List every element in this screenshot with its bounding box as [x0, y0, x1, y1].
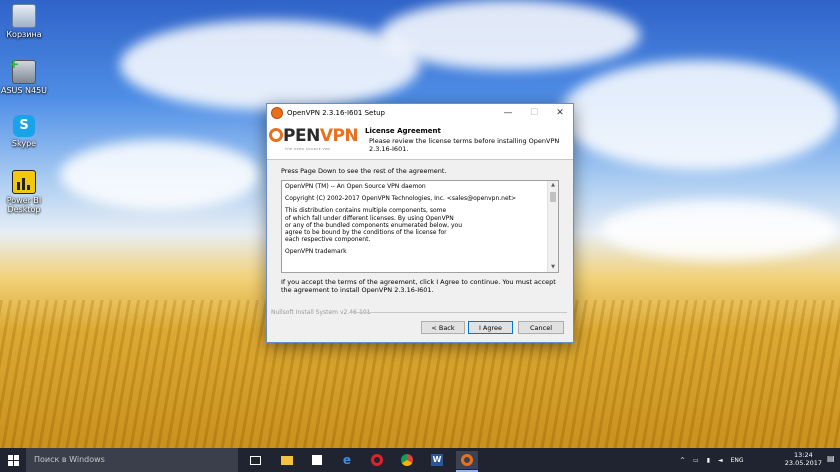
battery-icon[interactable]: ▮ — [707, 457, 710, 464]
accept-instructions: If you accept the terms of the agreement… — [281, 278, 556, 294]
scroll-down-icon[interactable]: ▼ — [548, 263, 558, 272]
license-textbox[interactable]: OpenVPN (TM) -- An Open Source VPN daemo… — [281, 180, 559, 273]
opera-icon[interactable] — [366, 451, 388, 469]
back-button[interactable]: < Back — [421, 321, 465, 334]
skype-icon: S — [13, 115, 35, 137]
taskbar: Поиск в Windows e W ^ ▭ ▮ ◄ ENG 13:24 23… — [0, 448, 840, 472]
close-button[interactable]: ✕ — [547, 104, 573, 122]
search-box[interactable]: Поиск в Windows — [26, 448, 238, 472]
desktop-icon-recycle-bin[interactable]: Корзина — [0, 4, 54, 39]
desktop-icon-label: Корзина — [6, 30, 42, 39]
start-button[interactable] — [0, 448, 26, 472]
edge-icon[interactable]: e — [336, 451, 358, 469]
scroll-thumb[interactable] — [550, 192, 556, 202]
power-bi-icon — [12, 170, 36, 194]
desktop-icon-label: ASUS N45U — [0, 86, 48, 95]
word-icon[interactable]: W — [426, 451, 448, 469]
clock-time: 13:24 — [794, 451, 813, 459]
notification-icon[interactable]: ▤ — [827, 454, 837, 464]
windows-logo-icon — [7, 454, 19, 466]
header-title: License Agreement — [365, 127, 441, 135]
desktop-icon-power-bi[interactable]: Power BI Desktop — [0, 170, 54, 214]
desktop-icon-label: Skype — [11, 139, 37, 148]
desktop-icon-skype[interactable]: S Skype — [0, 115, 54, 148]
maximize-button: ☐ — [529, 108, 539, 118]
license-text: OpenVPN (TM) -- An Open Source VPN daemo… — [285, 183, 517, 256]
cancel-button[interactable]: Cancel — [518, 321, 564, 334]
i-agree-button[interactable]: I Agree — [468, 321, 513, 334]
language-indicator[interactable]: ENG — [731, 457, 744, 464]
openvpn-taskbar-icon[interactable] — [456, 451, 478, 472]
search-placeholder: Поиск в Windows — [34, 455, 105, 464]
chrome-icon[interactable] — [396, 451, 418, 469]
chevron-up-icon[interactable]: ^ — [680, 457, 685, 464]
scroll-up-icon[interactable]: ▲ — [548, 181, 558, 190]
page-down-hint: Press Page Down to see the rest of the a… — [281, 167, 447, 175]
volume-icon[interactable]: ◄ — [718, 457, 723, 464]
file-explorer-icon[interactable] — [276, 451, 298, 469]
openvpn-logo: PENVPN THE OPEN SOURCE VPN — [269, 125, 359, 155]
clock[interactable]: 13:24 23.05.2017 — [785, 451, 822, 467]
window-title: OpenVPN 2.3.16-I601 Setup — [287, 109, 385, 117]
openvpn-app-icon — [271, 107, 283, 119]
minimize-button[interactable]: — — [495, 104, 521, 122]
title-bar[interactable]: OpenVPN 2.3.16-I601 Setup — ☐ ✕ — [267, 104, 573, 122]
clock-date: 23.05.2017 — [784, 459, 822, 467]
store-icon[interactable] — [306, 451, 328, 469]
setup-dialog: OpenVPN 2.3.16-I601 Setup — ☐ ✕ PENVPN T… — [266, 103, 574, 343]
computer-icon: + — [9, 57, 36, 84]
divider — [349, 312, 567, 313]
logo-ring-icon — [269, 128, 283, 142]
license-scrollbar[interactable]: ▲ ▼ — [547, 181, 558, 272]
system-tray: ^ ▭ ▮ ◄ ENG — [680, 448, 744, 472]
network-icon[interactable]: ▭ — [693, 457, 699, 464]
dialog-header: PENVPN THE OPEN SOURCE VPN License Agree… — [267, 122, 573, 160]
task-view-icon[interactable] — [244, 451, 266, 469]
desktop-icon-label: Power BI Desktop — [6, 196, 42, 214]
desktop: Корзина + ASUS N45U S Skype Power BI Des… — [0, 0, 840, 448]
recycle-bin-icon — [12, 4, 36, 28]
desktop-icon-asus[interactable]: + ASUS N45U — [0, 57, 54, 95]
header-subtitle: Please review the license terms before i… — [369, 137, 560, 153]
